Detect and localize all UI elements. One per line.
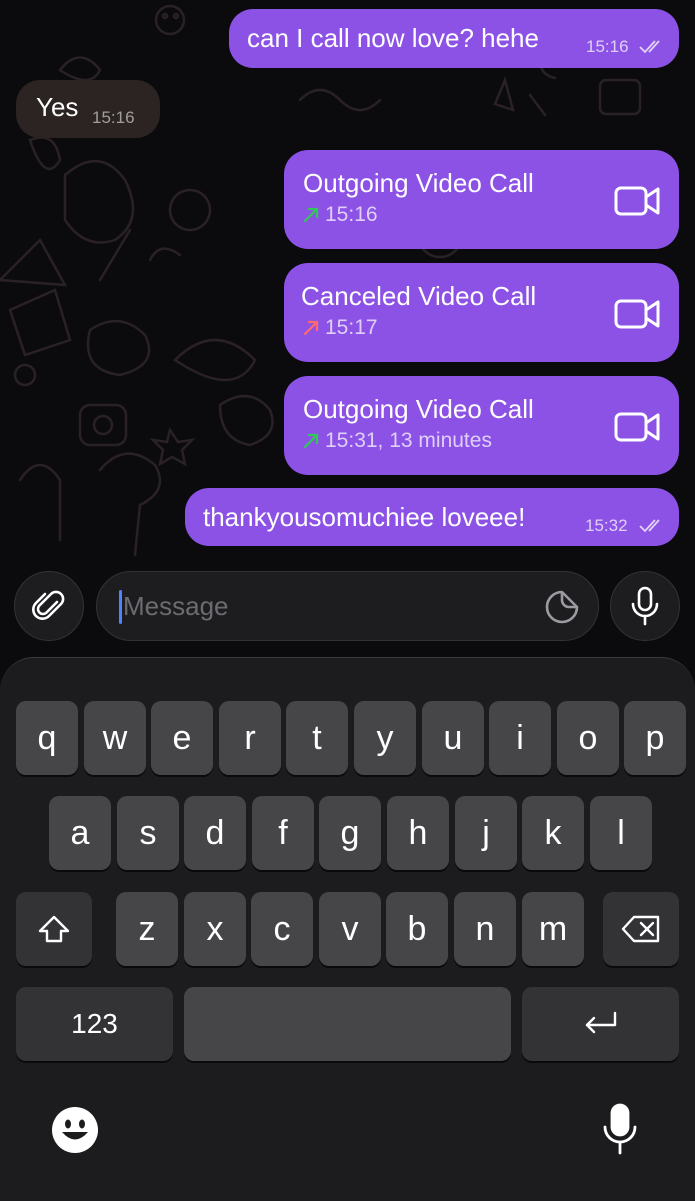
call-meta: 15:17 — [303, 316, 378, 340]
call-bubble[interactable]: Outgoing Video Call 15:16 — [284, 150, 679, 249]
on-screen-keyboard: qwertyuiop asdfghjkl zxcvbnm 123 — [0, 657, 695, 1201]
read-checkmarks-icon — [639, 519, 660, 533]
outgoing-arrow-icon — [303, 433, 319, 449]
key-m[interactable]: m — [522, 892, 584, 966]
call-time: 15:17 — [325, 316, 378, 339]
chat-background: can I call now love? hehe 15:16 Yes 15:1… — [0, 0, 695, 660]
return-key[interactable] — [522, 987, 679, 1061]
video-camera-icon[interactable] — [614, 297, 662, 331]
return-icon — [585, 1011, 616, 1034]
key-h[interactable]: h — [387, 796, 449, 870]
key-a[interactable]: a — [49, 796, 111, 870]
space-key[interactable] — [184, 987, 511, 1061]
key-i[interactable]: i — [489, 701, 551, 775]
message-time: 15:16 — [92, 108, 135, 127]
backspace-icon — [621, 915, 660, 943]
read-checkmarks-icon — [639, 40, 660, 54]
key-q[interactable]: q — [16, 701, 78, 775]
key-z[interactable]: z — [116, 892, 178, 966]
numbers-key[interactable]: 123 — [16, 987, 173, 1061]
call-meta: 15:16 — [303, 203, 378, 227]
video-camera-icon[interactable] — [614, 184, 662, 218]
key-g[interactable]: g — [319, 796, 381, 870]
key-u[interactable]: u — [422, 701, 484, 775]
key-n[interactable]: n — [454, 892, 516, 966]
microphone-icon — [631, 586, 659, 626]
text-caret — [119, 590, 122, 624]
key-c[interactable]: c — [251, 892, 313, 966]
key-e[interactable]: e — [151, 701, 213, 775]
shift-icon — [38, 915, 70, 943]
message-text: can I call now love? hehe — [247, 23, 539, 53]
dictation-microphone-icon[interactable] — [602, 1103, 638, 1157]
key-b[interactable]: b — [386, 892, 448, 966]
key-o[interactable]: o — [557, 701, 619, 775]
sticker-icon[interactable] — [544, 589, 580, 625]
paperclip-icon — [32, 590, 65, 620]
key-r[interactable]: r — [219, 701, 281, 775]
key-f[interactable]: f — [252, 796, 314, 870]
key-d[interactable]: d — [184, 796, 246, 870]
message-text: Yes — [36, 92, 79, 122]
call-title: Outgoing Video Call — [303, 168, 534, 198]
shift-key[interactable] — [16, 892, 92, 966]
key-l[interactable]: l — [590, 796, 652, 870]
message-bubble[interactable]: Yes 15:16 — [16, 80, 160, 138]
message-bubble[interactable]: can I call now love? hehe 15:16 — [229, 9, 679, 68]
message-text: thankyousomuchiee loveee! — [203, 502, 526, 532]
voice-message-button[interactable] — [610, 571, 680, 641]
attach-button[interactable] — [14, 571, 84, 641]
call-meta: 15:31, 13 minutes — [303, 429, 492, 453]
message-bubble[interactable]: thankyousomuchiee loveee! 15:32 — [185, 488, 679, 546]
message-time: 15:32 — [585, 516, 628, 535]
key-v[interactable]: v — [319, 892, 381, 966]
call-bubble[interactable]: Canceled Video Call 15:17 — [284, 263, 679, 362]
key-s[interactable]: s — [117, 796, 179, 870]
key-x[interactable]: x — [184, 892, 246, 966]
canceled-call-arrow-icon — [303, 320, 319, 336]
key-j[interactable]: j — [455, 796, 517, 870]
key-p[interactable]: p — [624, 701, 686, 775]
outgoing-arrow-icon — [303, 207, 319, 223]
video-camera-icon[interactable] — [614, 410, 662, 444]
call-title: Outgoing Video Call — [303, 394, 534, 424]
key-k[interactable]: k — [522, 796, 584, 870]
message-placeholder: Message — [123, 591, 229, 621]
message-input[interactable]: Message — [96, 571, 599, 641]
call-bubble[interactable]: Outgoing Video Call 15:31, 13 minutes — [284, 376, 679, 475]
call-title: Canceled Video Call — [301, 281, 537, 311]
key-t[interactable]: t — [286, 701, 348, 775]
call-time: 15:31, 13 minutes — [325, 429, 492, 452]
delete-key[interactable] — [603, 892, 679, 966]
emoji-icon[interactable] — [50, 1105, 100, 1155]
call-time: 15:16 — [325, 203, 378, 226]
key-w[interactable]: w — [84, 701, 146, 775]
message-time: 15:16 — [586, 37, 629, 56]
key-y[interactable]: y — [354, 701, 416, 775]
